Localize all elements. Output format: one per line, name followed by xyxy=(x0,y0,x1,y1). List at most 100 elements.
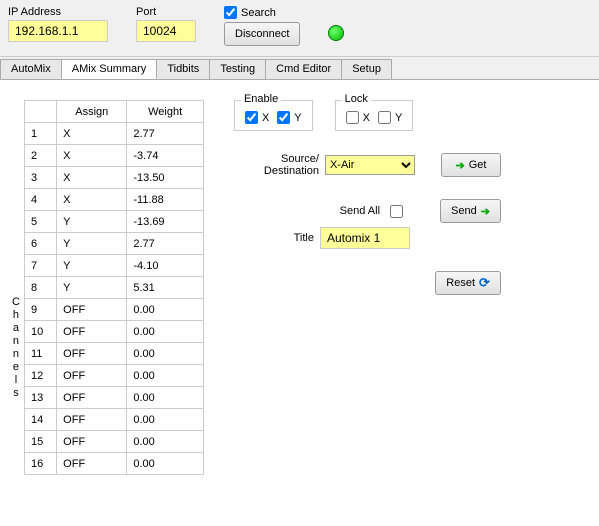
row-index: 9 xyxy=(24,299,56,321)
lock-x-label: X xyxy=(363,112,370,124)
row-assign[interactable]: X xyxy=(57,123,127,145)
table-row: 12OFF0.00 xyxy=(24,365,203,387)
get-label: Get xyxy=(469,159,487,171)
channels-section: Channels Assign Weight 1X2.772X-3.743X-1… xyxy=(12,100,204,475)
row-weight[interactable]: 0.00 xyxy=(127,365,204,387)
row-assign[interactable]: OFF xyxy=(57,387,127,409)
table-row: 3X-13.50 xyxy=(24,167,203,189)
row-assign[interactable]: OFF xyxy=(57,365,127,387)
reset-button[interactable]: Reset ⟳ xyxy=(435,271,501,295)
enable-x-label: X xyxy=(262,112,269,124)
table-row: 2X-3.74 xyxy=(24,145,203,167)
table-row: 7Y-4.10 xyxy=(24,255,203,277)
title-input[interactable] xyxy=(320,227,410,249)
enable-y-checkbox[interactable] xyxy=(277,111,290,124)
table-row: 5Y-13.69 xyxy=(24,211,203,233)
row-index: 5 xyxy=(24,211,56,233)
row-weight[interactable]: 0.00 xyxy=(127,321,204,343)
tab-automix[interactable]: AutoMix xyxy=(0,59,62,79)
row-weight[interactable]: -13.50 xyxy=(127,167,204,189)
row-weight[interactable]: -3.74 xyxy=(127,145,204,167)
row-weight[interactable]: 0.00 xyxy=(127,343,204,365)
row-weight[interactable]: 0.00 xyxy=(127,299,204,321)
row-weight[interactable]: 2.77 xyxy=(127,123,204,145)
lock-legend: Lock xyxy=(342,93,371,105)
tab-cmd-editor[interactable]: Cmd Editor xyxy=(265,59,342,79)
sendall-checkbox[interactable] xyxy=(390,205,403,218)
port-field: Port xyxy=(136,6,196,42)
tab-setup[interactable]: Setup xyxy=(341,59,392,79)
sendall-label: Send All xyxy=(300,205,380,217)
search-checkbox[interactable] xyxy=(224,6,237,19)
row-index: 8 xyxy=(24,277,56,299)
send-label: Send xyxy=(451,205,477,217)
table-row: 15OFF0.00 xyxy=(24,431,203,453)
sendall-row: Send All Send ➔ xyxy=(234,199,501,223)
table-row: 10OFF0.00 xyxy=(24,321,203,343)
status-indicator-icon xyxy=(328,25,344,41)
row-weight[interactable]: 0.00 xyxy=(127,387,204,409)
tab-testing[interactable]: Testing xyxy=(209,59,266,79)
table-row: 13OFF0.00 xyxy=(24,387,203,409)
table-row: 4X-11.88 xyxy=(24,189,203,211)
row-assign[interactable]: Y xyxy=(57,255,127,277)
arrow-right-icon: ➔ xyxy=(455,159,464,172)
reset-label: Reset xyxy=(446,277,475,289)
enable-x-checkbox[interactable] xyxy=(245,111,258,124)
row-assign[interactable]: OFF xyxy=(57,431,127,453)
table-row: 6Y2.77 xyxy=(24,233,203,255)
send-button[interactable]: Send ➔ xyxy=(440,199,501,223)
tab-tidbits[interactable]: Tidbits xyxy=(156,59,210,79)
lock-x-checkbox[interactable] xyxy=(346,111,359,124)
refresh-icon: ⟳ xyxy=(479,275,490,291)
source-row: Source/ Destination X-Air ➔ Get xyxy=(234,153,501,177)
ip-field: IP Address xyxy=(8,6,108,42)
ip-input[interactable] xyxy=(8,20,108,42)
table-row: 11OFF0.00 xyxy=(24,343,203,365)
row-weight[interactable]: 0.00 xyxy=(127,431,204,453)
table-row: 9OFF0.00 xyxy=(24,299,203,321)
source-select[interactable]: X-Air xyxy=(325,155,415,175)
ip-label: IP Address xyxy=(8,6,108,18)
row-assign[interactable]: OFF xyxy=(57,453,127,475)
right-controls: Enable X Y Lock X Y Source/ Destination … xyxy=(234,100,501,475)
row-assign[interactable]: OFF xyxy=(57,299,127,321)
table-row: 8Y5.31 xyxy=(24,277,203,299)
row-index: 16 xyxy=(24,453,56,475)
channels-vlabel: Channels xyxy=(12,220,20,475)
lock-y-checkbox[interactable] xyxy=(378,111,391,124)
row-assign[interactable]: Y xyxy=(57,277,127,299)
connect-controls: Search Disconnect xyxy=(224,6,300,46)
source-label-2: Destination xyxy=(264,165,319,177)
row-index: 11 xyxy=(24,343,56,365)
row-assign[interactable]: Y xyxy=(57,211,127,233)
row-index: 7 xyxy=(24,255,56,277)
row-assign[interactable]: X xyxy=(57,189,127,211)
row-assign[interactable]: OFF xyxy=(57,343,127,365)
row-weight[interactable]: 5.31 xyxy=(127,277,204,299)
row-weight[interactable]: -4.10 xyxy=(127,255,204,277)
row-weight[interactable]: 0.00 xyxy=(127,453,204,475)
tab-bar: AutoMixAMix SummaryTidbitsTestingCmd Edi… xyxy=(0,57,599,79)
port-input[interactable] xyxy=(136,20,196,42)
row-assign[interactable]: X xyxy=(57,167,127,189)
row-assign[interactable]: OFF xyxy=(57,409,127,431)
row-assign[interactable]: X xyxy=(57,145,127,167)
disconnect-label: Disconnect xyxy=(235,28,289,40)
enable-y-label: Y xyxy=(294,112,301,124)
lock-group: Lock X Y xyxy=(335,100,414,131)
tab-amix-summary[interactable]: AMix Summary xyxy=(61,59,158,79)
row-weight[interactable]: -11.88 xyxy=(127,189,204,211)
row-weight[interactable]: -13.69 xyxy=(127,211,204,233)
reset-row: Reset ⟳ xyxy=(234,271,501,295)
get-button[interactable]: ➔ Get xyxy=(441,153,501,177)
row-assign[interactable]: Y xyxy=(57,233,127,255)
port-label: Port xyxy=(136,6,196,18)
row-weight[interactable]: 0.00 xyxy=(127,409,204,431)
row-index: 14 xyxy=(24,409,56,431)
row-assign[interactable]: OFF xyxy=(57,321,127,343)
col-assign: Assign xyxy=(57,101,127,123)
row-weight[interactable]: 2.77 xyxy=(127,233,204,255)
disconnect-button[interactable]: Disconnect xyxy=(224,22,300,46)
row-index: 13 xyxy=(24,387,56,409)
